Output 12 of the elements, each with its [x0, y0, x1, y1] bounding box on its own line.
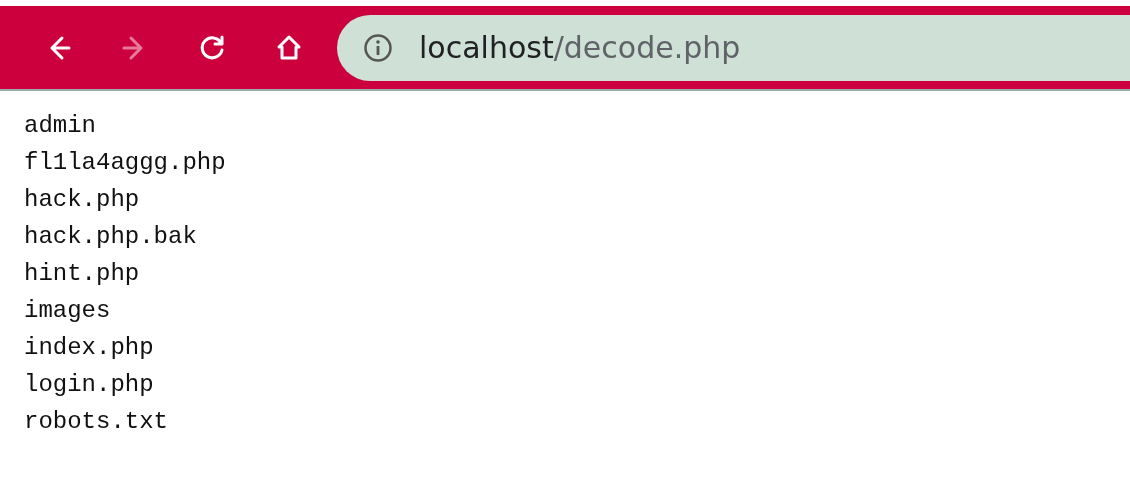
file-name: fl1la4aggg.php: [24, 148, 226, 178]
file-name: robots.txt: [24, 407, 169, 437]
file-name: images: [24, 296, 111, 326]
file-name: hack.php: [24, 185, 140, 215]
address-bar[interactable]: localhost/decode.php: [337, 14, 1130, 81]
file-name: hack.php.bak: [24, 222, 197, 252]
file-name: admin: [24, 111, 96, 141]
file-name: index.php: [24, 333, 154, 363]
url-text: localhost/decode.php: [419, 30, 741, 65]
file-name: login.php: [24, 370, 154, 400]
file-name: hint.php: [24, 259, 140, 289]
info-icon[interactable]: [363, 32, 393, 63]
